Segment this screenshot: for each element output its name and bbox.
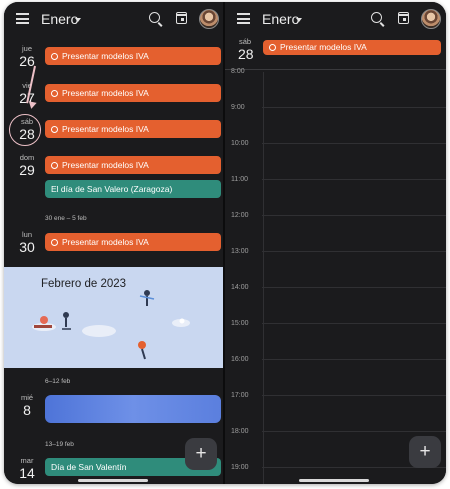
day-name: jue bbox=[21, 44, 32, 53]
day-number: 14 bbox=[19, 465, 35, 481]
day-name: lun bbox=[21, 230, 32, 239]
event-title: Día de San Valentín bbox=[51, 462, 127, 472]
day-number[interactable]: 28 bbox=[238, 46, 254, 62]
check-circle-icon bbox=[51, 239, 58, 246]
month-selector[interactable]: Enero bbox=[262, 11, 299, 27]
day-name: mar bbox=[20, 456, 34, 465]
event-title: Presentar modelos IVA bbox=[62, 160, 149, 170]
day-view-panel: Enero sáb 28 Presentar modelos IVA 8:00 … bbox=[225, 2, 446, 484]
search-icon[interactable] bbox=[149, 12, 160, 23]
annotation-arrowhead bbox=[27, 101, 37, 110]
menu-icon[interactable] bbox=[237, 13, 250, 24]
event-chip[interactable]: Presentar modelos IVA bbox=[45, 47, 221, 65]
hour-line bbox=[262, 323, 446, 324]
day-label[interactable]: mar 14 bbox=[10, 456, 44, 481]
week-range-label: 30 ene – 5 feb bbox=[45, 215, 87, 222]
hour-line bbox=[262, 179, 446, 180]
day-number: 8 bbox=[23, 402, 31, 418]
hour-line bbox=[262, 359, 446, 360]
hour-label: 19:00 bbox=[231, 464, 249, 471]
check-circle-icon bbox=[51, 90, 58, 97]
calendar-today-icon[interactable] bbox=[176, 12, 187, 24]
day-name: vie bbox=[22, 81, 32, 90]
day-label[interactable]: mié 8 bbox=[10, 393, 44, 418]
hour-line bbox=[262, 395, 446, 396]
day-number: 30 bbox=[19, 239, 35, 255]
hour-label: 17:00 bbox=[231, 392, 249, 399]
hour-line bbox=[262, 251, 446, 252]
app-bar: Enero bbox=[225, 2, 446, 36]
hour-label: 9:00 bbox=[231, 104, 245, 111]
avatar[interactable] bbox=[199, 9, 219, 29]
day-number: 29 bbox=[19, 162, 35, 178]
winter-illustration bbox=[32, 290, 190, 360]
event-chip[interactable]: Presentar modelos IVA bbox=[45, 120, 221, 138]
day-label[interactable]: jue 26 bbox=[10, 44, 44, 69]
hour-line bbox=[262, 287, 446, 288]
hour-label: 12:00 bbox=[231, 212, 249, 219]
hour-label: 11:00 bbox=[231, 176, 248, 183]
day-name: dom bbox=[19, 153, 35, 162]
add-icon: + bbox=[195, 443, 207, 464]
hour-label: 15:00 bbox=[231, 320, 249, 327]
time-grid-edge bbox=[263, 72, 264, 484]
menu-icon[interactable] bbox=[16, 13, 29, 24]
check-circle-icon bbox=[51, 162, 58, 169]
day-name: sáb bbox=[239, 37, 252, 46]
hour-label: 16:00 bbox=[231, 356, 249, 363]
day-label-selected[interactable]: sáb 28 bbox=[10, 117, 44, 142]
hour-line bbox=[262, 431, 446, 432]
hour-label: 14:00 bbox=[231, 284, 249, 291]
device-frame: Enero jue 26 Presentar modelos IVA vie 2… bbox=[4, 2, 446, 484]
check-circle-icon bbox=[269, 44, 276, 51]
calendar-today-icon[interactable] bbox=[398, 12, 409, 24]
hour-label: 13:00 bbox=[231, 248, 249, 255]
month-selector[interactable]: Enero bbox=[41, 11, 78, 27]
gesture-bar bbox=[299, 479, 369, 482]
event-chip[interactable]: El día de San Valero (Zaragoza) bbox=[45, 180, 221, 198]
check-circle-icon bbox=[51, 53, 58, 60]
week-range-label: 6–12 feb bbox=[45, 378, 71, 385]
check-circle-icon bbox=[51, 126, 58, 133]
event-title: Presentar modelos IVA bbox=[62, 88, 149, 98]
add-icon: + bbox=[419, 441, 431, 462]
day-number: 26 bbox=[19, 53, 35, 69]
month-banner: Febrero de 2023 bbox=[4, 267, 223, 368]
day-label[interactable]: lun 30 bbox=[10, 230, 44, 255]
event-title: El día de San Valero (Zaragoza) bbox=[51, 184, 173, 194]
day-number: 28 bbox=[19, 126, 35, 142]
add-event-button[interactable]: + bbox=[409, 436, 441, 468]
gesture-bar bbox=[78, 479, 148, 482]
day-label[interactable]: dom 29 bbox=[10, 153, 44, 178]
allday-event-chip[interactable]: Presentar modelos IVA bbox=[263, 40, 441, 55]
avatar[interactable] bbox=[421, 9, 441, 29]
week-range-label: 13–19 feb bbox=[45, 441, 74, 448]
event-chip[interactable]: Presentar modelos IVA bbox=[45, 156, 221, 174]
day-name: mié bbox=[20, 393, 34, 402]
event-title: Presentar modelos IVA bbox=[280, 42, 367, 52]
event-title: Presentar modelos IVA bbox=[62, 51, 149, 61]
event-title: Presentar modelos IVA bbox=[62, 237, 149, 247]
event-title: Presentar modelos IVA bbox=[62, 124, 149, 134]
blurred-event-chip[interactable] bbox=[45, 395, 221, 423]
hour-label: 18:00 bbox=[231, 428, 249, 435]
caret-down-icon[interactable] bbox=[75, 18, 81, 22]
hour-line bbox=[262, 143, 446, 144]
caret-down-icon[interactable] bbox=[296, 18, 302, 22]
allday-separator bbox=[225, 69, 446, 70]
day-name: sáb bbox=[20, 117, 34, 126]
schedule-panel: Enero jue 26 Presentar modelos IVA vie 2… bbox=[4, 2, 223, 484]
hour-label: 10:00 bbox=[231, 140, 249, 147]
hour-line bbox=[262, 107, 446, 108]
hour-label: 8:00 bbox=[231, 68, 245, 75]
hour-line bbox=[262, 215, 446, 216]
search-icon[interactable] bbox=[371, 12, 382, 23]
add-event-button[interactable]: + bbox=[185, 438, 217, 470]
app-bar: Enero bbox=[4, 2, 223, 36]
event-chip[interactable]: Presentar modelos IVA bbox=[45, 233, 221, 251]
event-chip[interactable]: Presentar modelos IVA bbox=[45, 84, 221, 102]
